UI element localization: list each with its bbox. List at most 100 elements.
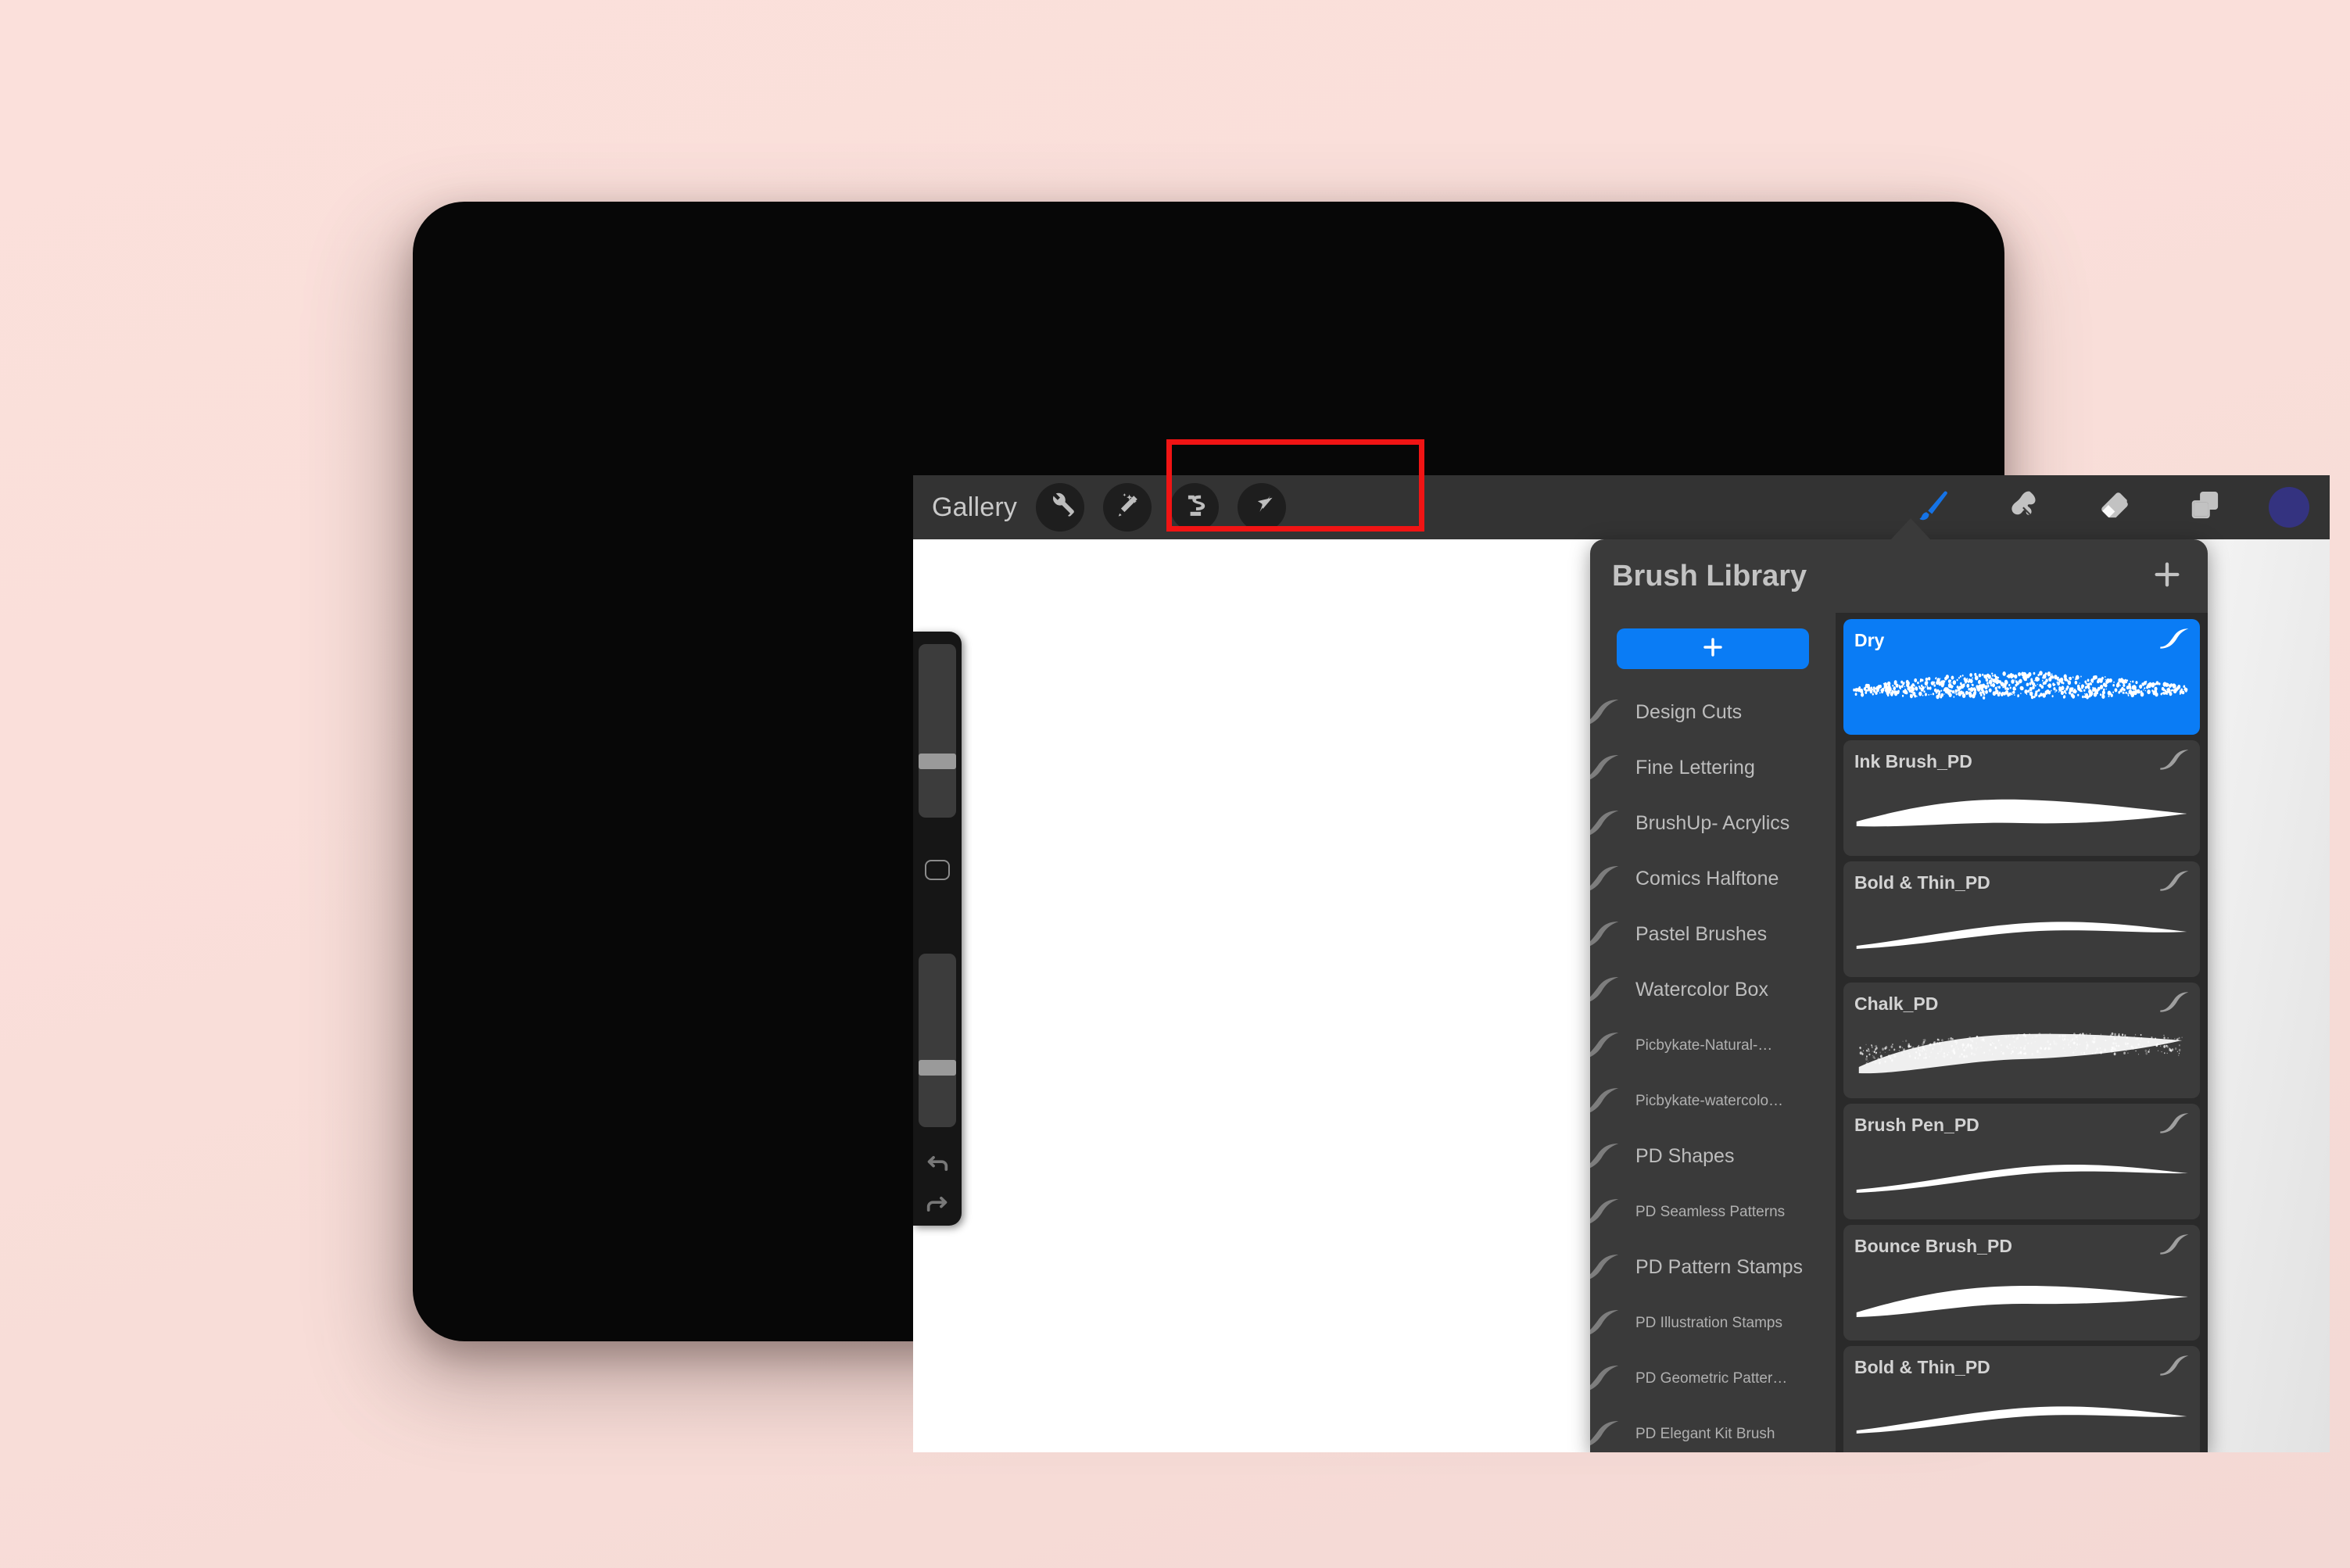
brush-set-list[interactable]: Design Cuts Fine Lettering BrushUp- Acryli… bbox=[1590, 613, 1836, 1452]
brush-swish-icon bbox=[1590, 1308, 1621, 1339]
brush-item[interactable]: Ink Brush_PD bbox=[1843, 740, 2200, 856]
brush-stroke-preview bbox=[1843, 897, 2200, 969]
brush-library-panel: Brush Library Design Cuts Fine Lettering… bbox=[1590, 539, 2208, 1452]
adjustments-button[interactable] bbox=[1103, 483, 1152, 532]
brush-set-label: PD Shapes bbox=[1635, 1145, 1734, 1168]
brush-set-item[interactable]: PD Illustration Stamps bbox=[1590, 1295, 1836, 1351]
panel-pointer-triangle bbox=[1890, 518, 1931, 540]
annotation-highlight-rectangle bbox=[1166, 439, 1424, 532]
brush-set-label: Watercolor Box bbox=[1635, 979, 1768, 1001]
gallery-button[interactable]: Gallery bbox=[932, 492, 1017, 523]
brush-swish-icon bbox=[1590, 753, 1621, 784]
actions-wrench-button[interactable] bbox=[1036, 483, 1084, 532]
brush-stroke-preview bbox=[1843, 1018, 2200, 1090]
page-title: Brush Library bbox=[1612, 560, 1807, 593]
brush-stroke-preview bbox=[1843, 776, 2200, 848]
brush-swish-icon bbox=[1590, 975, 1621, 1006]
brush-set-item[interactable]: PD Seamless Patterns bbox=[1590, 1184, 1836, 1240]
brush-swish-icon bbox=[2159, 1112, 2191, 1135]
brush-set-item[interactable]: PD Geometric Patter… bbox=[1590, 1351, 1836, 1406]
brush-swish-icon bbox=[1590, 864, 1621, 895]
brush-swish-icon bbox=[1590, 1363, 1621, 1394]
brush-stroke-preview bbox=[1843, 1382, 2200, 1452]
brush-set-label: Design Cuts bbox=[1635, 701, 1742, 724]
brush-set-label: Picbykate-watercolo… bbox=[1635, 1093, 1783, 1110]
brush-swish-icon bbox=[2159, 748, 2191, 771]
brush-set-label: Picbykate-Natural-… bbox=[1635, 1037, 1772, 1054]
brush-stroke-preview bbox=[1843, 1140, 2200, 1212]
brush-settings-sidebar bbox=[913, 632, 962, 1226]
brush-set-label: PD Geometric Patter… bbox=[1635, 1370, 1787, 1387]
brush-opacity-slider[interactable] bbox=[919, 954, 956, 1127]
brush-set-item[interactable]: Design Cuts bbox=[1590, 685, 1836, 740]
brush-set-item[interactable]: Pastel Brushes bbox=[1590, 907, 1836, 962]
brush-item-selected[interactable]: Dry bbox=[1843, 619, 2200, 735]
brush-set-item[interactable]: PD Pattern Stamps bbox=[1590, 1240, 1836, 1295]
brush-swish-icon bbox=[2159, 627, 2191, 650]
brush-set-label: PD Illustration Stamps bbox=[1635, 1315, 1782, 1332]
brush-swish-icon bbox=[2159, 990, 2191, 1014]
smudge-icon bbox=[2006, 488, 2042, 528]
color-swatch-button[interactable] bbox=[2269, 487, 2309, 528]
brush-item[interactable]: Bounce Brush_PD bbox=[1843, 1225, 2200, 1341]
smudge-button[interactable] bbox=[1995, 483, 2053, 532]
brush-name-label: Dry bbox=[1854, 630, 1884, 651]
brush-set-item[interactable]: Comics Halftone bbox=[1590, 851, 1836, 907]
new-brush-set-row bbox=[1590, 613, 1836, 685]
brush-swish-icon bbox=[2159, 869, 2191, 893]
brush-preview-list[interactable]: Dry Ink Brush_PD Bold & Thin_PD Chalk_PD Bru… bbox=[1836, 613, 2208, 1452]
app-toolbar: Gallery bbox=[913, 475, 2330, 539]
brush-item[interactable]: Bold & Thin_PD bbox=[1843, 1346, 2200, 1452]
brush-stroke-preview bbox=[1843, 1261, 2200, 1333]
brush-swish-icon bbox=[2159, 1233, 2191, 1256]
brush-item[interactable]: Brush Pen_PD bbox=[1843, 1104, 2200, 1219]
brush-set-item[interactable]: BrushUp- Acrylics bbox=[1590, 796, 1836, 851]
modify-button[interactable] bbox=[925, 860, 950, 880]
brush-set-item[interactable]: Picbykate-Natural-… bbox=[1590, 1018, 1836, 1073]
brush-swish-icon bbox=[1590, 1086, 1621, 1117]
tablet-device-frame: Gallery Brush Library Design Cuts Fine L… bbox=[413, 202, 2004, 1341]
eraser-icon bbox=[2097, 488, 2133, 528]
brush-swish-icon bbox=[1590, 697, 1621, 729]
add-brush-button[interactable] bbox=[2147, 556, 2187, 596]
brush-name-label: Bold & Thin_PD bbox=[1854, 1357, 1990, 1378]
brush-library-header: Brush Library bbox=[1590, 539, 2208, 613]
brush-set-item[interactable]: PD Shapes bbox=[1590, 1129, 1836, 1184]
wrench-icon bbox=[1046, 492, 1074, 524]
new-brush-set-button[interactable] bbox=[1617, 628, 1809, 669]
brush-item[interactable]: Bold & Thin_PD bbox=[1843, 861, 2200, 977]
brush-name-label: Brush Pen_PD bbox=[1854, 1115, 1979, 1136]
undo-icon bbox=[924, 1151, 951, 1181]
brush-set-label: Fine Lettering bbox=[1635, 757, 1755, 779]
brush-set-label: Pastel Brushes bbox=[1635, 923, 1767, 946]
brush-library-body: Design Cuts Fine Lettering BrushUp- Acryli… bbox=[1590, 613, 2208, 1452]
tablet-screen: Gallery Brush Library Design Cuts Fine L… bbox=[913, 475, 2330, 1452]
brush-set-label: Comics Halftone bbox=[1635, 868, 1779, 890]
brush-swish-icon bbox=[1590, 1419, 1621, 1450]
brush-size-thumb[interactable] bbox=[919, 754, 956, 769]
brush-set-item[interactable]: Fine Lettering bbox=[1590, 740, 1836, 796]
brush-name-label: Chalk_PD bbox=[1854, 993, 1938, 1015]
brush-name-label: Bounce Brush_PD bbox=[1854, 1236, 2012, 1257]
brush-item[interactable]: Chalk_PD bbox=[1843, 983, 2200, 1098]
toolbar-right-group bbox=[1872, 483, 2330, 532]
brush-set-label: PD Seamless Patterns bbox=[1635, 1204, 1785, 1221]
magic-wand-icon bbox=[1113, 492, 1141, 524]
brush-swish-icon bbox=[1590, 919, 1621, 950]
brush-set-label: PD Pattern Stamps bbox=[1635, 1256, 1803, 1279]
plus-icon bbox=[1700, 635, 1725, 664]
brush-opacity-thumb[interactable] bbox=[919, 1060, 956, 1076]
brush-set-item[interactable]: Picbykate-watercolo… bbox=[1590, 1073, 1836, 1129]
redo-button[interactable] bbox=[922, 1191, 952, 1221]
brush-stroke-preview bbox=[1843, 655, 2200, 727]
undo-button[interactable] bbox=[922, 1151, 952, 1180]
brush-set-item[interactable]: Watercolor Box bbox=[1590, 962, 1836, 1018]
brush-set-item[interactable]: PD Elegant Kit Brush bbox=[1590, 1406, 1836, 1452]
brush-swish-icon bbox=[1590, 1030, 1621, 1061]
brush-set-label: BrushUp- Acrylics bbox=[1635, 812, 1789, 835]
brush-name-label: Bold & Thin_PD bbox=[1854, 872, 1990, 893]
eraser-button[interactable] bbox=[2086, 483, 2144, 532]
brush-swish-icon bbox=[1590, 808, 1621, 839]
layers-button[interactable] bbox=[2176, 483, 2234, 532]
brush-size-slider[interactable] bbox=[919, 644, 956, 818]
